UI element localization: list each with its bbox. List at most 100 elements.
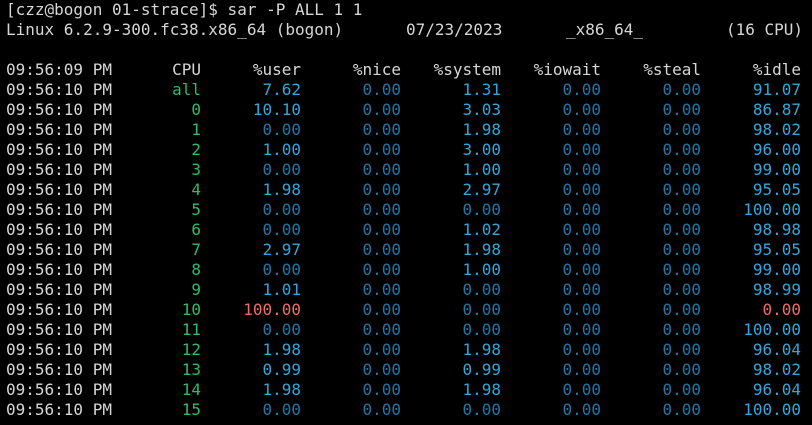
- cell-iowait: 0.00: [562, 240, 601, 259]
- table-row: 09:56:10 PM 6 0.00 0.00 1.02 0.00 0.00 98.98: [6, 220, 806, 240]
- header-time: 09:56:09 PM: [6, 60, 112, 79]
- cell-steal: 0.00: [662, 80, 701, 99]
- header-nice: %nice: [352, 60, 401, 79]
- cell-iowait: 0.00: [562, 100, 601, 119]
- cell-cpu: 4: [191, 180, 201, 199]
- header-cpu: CPU: [172, 60, 201, 79]
- cell-time: 09:56:10 PM: [6, 280, 112, 299]
- cell-nice: 0.00: [362, 200, 401, 219]
- date-info: 07/23/2023: [406, 20, 503, 39]
- cell-nice: 0.00: [362, 80, 401, 99]
- cell-iowait: 0.00: [562, 140, 601, 159]
- table-row: 09:56:10 PM 12 1.98 0.00 1.98 0.00 0.00 96.04: [6, 340, 806, 360]
- table-row: 09:56:10 PM 11 0.00 0.00 0.00 0.00 0.00 100.00: [6, 320, 806, 340]
- cell-idle: 86.87: [752, 100, 801, 119]
- cell-iowait: 0.00: [562, 200, 601, 219]
- cell-system: 1.31: [462, 80, 501, 99]
- cell-idle: 100.00: [743, 200, 801, 219]
- cell-user: 1.98: [262, 340, 301, 359]
- cell-time: 09:56:10 PM: [6, 160, 112, 179]
- cell-nice: 0.00: [362, 260, 401, 279]
- cell-time: 09:56:10 PM: [6, 360, 112, 379]
- cell-user: 1.98: [262, 180, 301, 199]
- cell-steal: 0.00: [662, 120, 701, 139]
- cell-time: 09:56:10 PM: [6, 80, 112, 99]
- cell-cpu: 0: [191, 100, 201, 119]
- cell-system: 0.00: [462, 320, 501, 339]
- cell-system: 1.98: [462, 340, 501, 359]
- table-row: 09:56:10 PM 14 1.98 0.00 1.98 0.00 0.00 96.04: [6, 380, 806, 400]
- cell-steal: 0.00: [662, 300, 701, 319]
- cell-nice: 0.00: [362, 140, 401, 159]
- cell-steal: 0.00: [662, 100, 701, 119]
- cell-steal: 0.00: [662, 340, 701, 359]
- table-body: 09:56:10 PM all 7.62 0.00 1.31 0.00 0.00 91.07 0…: [6, 80, 806, 420]
- cell-time: 09:56:10 PM: [6, 400, 112, 419]
- cell-cpu: 11: [181, 320, 201, 339]
- cell-steal: 0.00: [662, 160, 701, 179]
- cell-iowait: 0.00: [562, 380, 601, 399]
- table-row: 09:56:10 PM 2 1.00 0.00 3.00 0.00 0.00 96.00: [6, 140, 806, 160]
- table-row: 09:56:10 PM 0 10.10 0.00 3.03 0.00 0.00 86.87: [6, 100, 806, 120]
- cell-steal: 0.00: [662, 280, 701, 299]
- table-row: 09:56:10 PM 8 0.00 0.00 1.00 0.00 0.00 99.00: [6, 260, 806, 280]
- cell-iowait: 0.00: [562, 360, 601, 379]
- cell-nice: 0.00: [362, 320, 401, 339]
- cell-idle: 96.04: [752, 380, 801, 399]
- cell-iowait: 0.00: [562, 220, 601, 239]
- cell-cpu: 7: [191, 240, 201, 259]
- cell-system: 0.99: [462, 360, 501, 379]
- cell-system: 1.98: [462, 380, 501, 399]
- cell-time: 09:56:10 PM: [6, 340, 112, 359]
- cell-steal: 0.00: [662, 240, 701, 259]
- cell-user: 0.00: [262, 320, 301, 339]
- cell-user: 0.00: [262, 120, 301, 139]
- cell-iowait: 0.00: [562, 400, 601, 419]
- cell-idle: 98.98: [752, 220, 801, 239]
- cell-idle: 98.99: [752, 280, 801, 299]
- cell-nice: 0.00: [362, 240, 401, 259]
- cell-idle: 98.02: [752, 120, 801, 139]
- cell-idle: 98.02: [752, 360, 801, 379]
- cell-steal: 0.00: [662, 220, 701, 239]
- table-row: 09:56:10 PM 4 1.98 0.00 2.97 0.00 0.00 95.05: [6, 180, 806, 200]
- cell-user: 0.99: [262, 360, 301, 379]
- header-iowait: %iowait: [533, 60, 601, 79]
- cell-system: 3.03: [462, 100, 501, 119]
- cell-user: 100.00: [243, 300, 301, 319]
- command-line: [czz@bogon 01-strace]$ sar -P ALL 1 1: [6, 0, 363, 19]
- cell-cpu: 6: [191, 220, 201, 239]
- cell-cpu: 13: [181, 360, 201, 379]
- cell-system: 1.00: [462, 160, 501, 179]
- cell-nice: 0.00: [362, 100, 401, 119]
- cell-cpu: 1: [191, 120, 201, 139]
- cell-user: 0.00: [262, 160, 301, 179]
- cell-user: 0.00: [262, 200, 301, 219]
- cell-time: 09:56:10 PM: [6, 200, 112, 219]
- cell-idle: 95.05: [752, 180, 801, 199]
- cell-time: 09:56:10 PM: [6, 100, 112, 119]
- cell-idle: 91.07: [752, 80, 801, 99]
- arch-info: _x86_64_: [566, 20, 644, 39]
- cell-user: 10.10: [252, 100, 301, 119]
- terminal-window[interactable]: [czz@bogon 01-strace]$ sar -P ALL 1 1 Li…: [0, 0, 812, 425]
- cell-iowait: 0.00: [562, 260, 601, 279]
- cell-system: 3.00: [462, 140, 501, 159]
- header-user: %user: [252, 60, 301, 79]
- cell-nice: 0.00: [362, 380, 401, 399]
- cell-nice: 0.00: [362, 160, 401, 179]
- cell-nice: 0.00: [362, 280, 401, 299]
- cell-user: 0.00: [262, 260, 301, 279]
- cell-iowait: 0.00: [562, 300, 601, 319]
- cell-steal: 0.00: [662, 360, 701, 379]
- cell-time: 09:56:10 PM: [6, 180, 112, 199]
- cell-system: 2.97: [462, 180, 501, 199]
- cell-idle: 99.00: [752, 160, 801, 179]
- cell-nice: 0.00: [362, 120, 401, 139]
- cell-steal: 0.00: [662, 320, 701, 339]
- cell-user: 1.01: [262, 280, 301, 299]
- cell-cpu: all: [172, 80, 201, 99]
- cell-user: 7.62: [262, 80, 301, 99]
- cell-iowait: 0.00: [562, 160, 601, 179]
